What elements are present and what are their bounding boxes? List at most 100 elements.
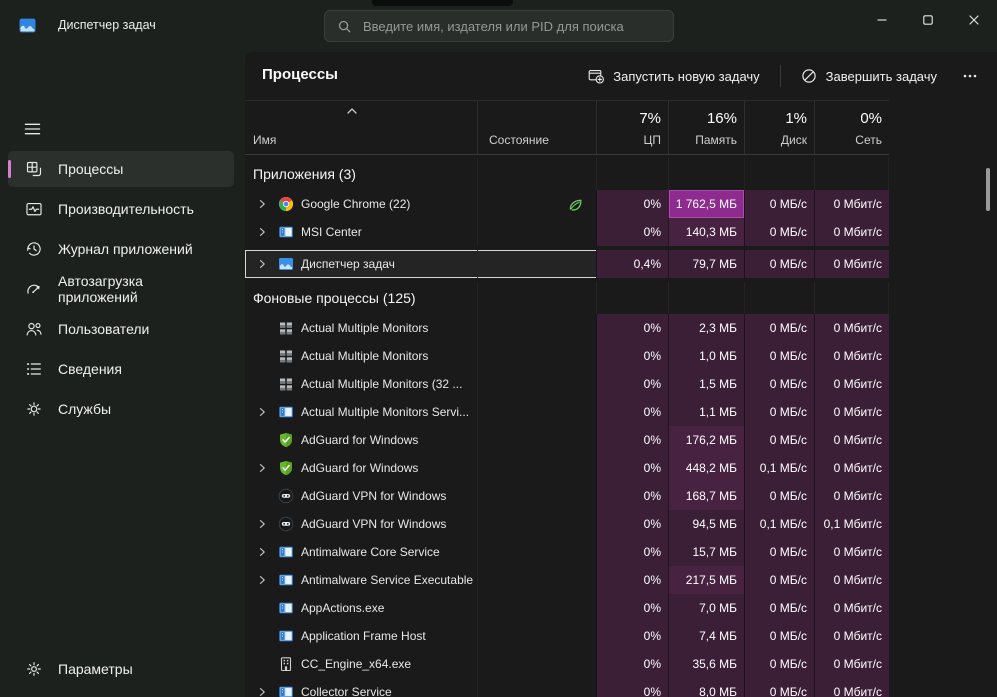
network-value-cell: 0 Мбит/с (814, 190, 889, 218)
status-cell (477, 454, 596, 482)
process-row[interactable]: Application Frame Host0%7,4 МБ0 МБ/с0 Мб… (245, 622, 889, 650)
background-window-edge (372, 0, 513, 6)
process-row[interactable]: AdGuard VPN for Windows0%168,7 МБ0 МБ/с0… (245, 482, 889, 510)
process-name: Actual Multiple Monitors Servi... (301, 405, 469, 419)
process-row[interactable]: AdGuard VPN for Windows0%94,5 МБ0,1 МБ/с… (245, 510, 889, 538)
content-panel: Процессы Запустить новую задачу Завершит… (245, 52, 997, 697)
minimize-button[interactable] (859, 0, 905, 40)
process-row[interactable]: Antimalware Service Executable0%217,5 МБ… (245, 566, 889, 594)
expand-chevron-icon[interactable] (256, 518, 268, 530)
process-row[interactable]: AdGuard for Windows0%448,2 МБ0,1 МБ/с0 М… (245, 454, 889, 482)
expand-chevron-icon[interactable] (256, 546, 268, 558)
column-label-network: Сеть (855, 133, 882, 147)
sidebar-item-performance[interactable]: Производительность (8, 191, 234, 227)
process-row[interactable]: AdGuard for Windows0%176,2 МБ0 МБ/с0 Мби… (245, 426, 889, 454)
process-row[interactable]: Collector Service0%8,0 МБ0 МБ/с0 Мбит/с (245, 678, 889, 697)
expand-chevron-icon[interactable] (256, 574, 268, 586)
process-name: Application Frame Host (301, 629, 426, 643)
sidebar-item-processes[interactable]: Процессы (8, 151, 234, 187)
settings-gear-icon (25, 660, 43, 678)
column-header-cpu[interactable]: 7% ЦП (596, 101, 668, 154)
sidebar-item-users[interactable]: Пользователи (8, 311, 234, 347)
search-input[interactable] (363, 19, 663, 34)
window-icon (278, 544, 294, 560)
hamburger-icon (24, 122, 41, 136)
more-options-button[interactable] (953, 61, 987, 91)
process-name: AppActions.exe (301, 601, 384, 615)
expand-chevron-icon[interactable] (256, 686, 268, 697)
group-row[interactable]: Фоновые процессы (125) (245, 282, 889, 314)
process-name: AdGuard VPN for Windows (301, 489, 446, 503)
group-row[interactable]: Приложения (3) (245, 158, 889, 190)
disk-value-cell: 0 МБ/с (744, 650, 814, 678)
cpu-value-cell: 0% (596, 426, 668, 454)
disk-cell (744, 158, 814, 190)
column-header-status[interactable]: Состояние (477, 101, 596, 154)
expand-chevron-icon[interactable] (256, 462, 268, 474)
process-name: MSI Center (301, 225, 362, 239)
process-row[interactable]: Диспетчер задач0,4%79,7 МБ0 МБ/с0 Мбит/с (245, 250, 889, 278)
close-button[interactable] (951, 0, 997, 40)
processes-icon (25, 160, 43, 178)
taskmgr-icon (278, 256, 294, 272)
process-row[interactable]: Actual Multiple Monitors (32 ...0%1,5 МБ… (245, 370, 889, 398)
expand-chevron-icon[interactable] (256, 258, 268, 270)
task-manager-window: Диспетчер задач ПроцессыПроизводительнос… (0, 0, 997, 697)
status-cell (477, 282, 596, 314)
sidebar-item-details[interactable]: Сведения (8, 351, 234, 387)
network-value-cell: 0 Мбит/с (814, 678, 889, 697)
cpu-value-cell: 0% (596, 594, 668, 622)
expand-chevron-icon[interactable] (256, 226, 268, 238)
window-icon (278, 404, 294, 420)
disk-value-cell: 0 МБ/с (744, 314, 814, 342)
expand-chevron-icon[interactable] (256, 198, 268, 210)
maximize-button[interactable] (905, 0, 951, 40)
expand-chevron-icon[interactable] (256, 406, 268, 418)
process-row[interactable]: Actual Multiple Monitors0%1,0 МБ0 МБ/с0 … (245, 342, 889, 370)
network-value-cell: 0 Мбит/с (814, 594, 889, 622)
status-cell (477, 370, 596, 398)
active-accent-pill (8, 160, 11, 178)
sidebar-item-app-history[interactable]: Журнал приложений (8, 231, 234, 267)
column-label-name: Имя (253, 133, 276, 147)
process-row[interactable]: MSI Center0%140,3 МБ0 МБ/с0 Мбит/с (245, 218, 889, 246)
vertical-scrollbar-thumb[interactable] (986, 168, 990, 211)
process-row[interactable]: Actual Multiple Monitors0%2,3 МБ0 МБ/с0 … (245, 314, 889, 342)
sidebar-item-startup[interactable]: Автозагрузка приложений (8, 271, 234, 307)
column-header-network[interactable]: 0% Сеть (814, 101, 889, 154)
performance-icon (25, 200, 43, 218)
sidebar-item-services[interactable]: Службы (8, 391, 234, 427)
process-row[interactable]: CC_Engine_x64.exe0%35,6 МБ0 МБ/с0 Мбит/с (245, 650, 889, 678)
cpu-cell (596, 158, 668, 190)
process-row[interactable]: AppActions.exe0%7,0 МБ0 МБ/с0 Мбит/с (245, 594, 889, 622)
column-header-memory[interactable]: 16% Память (668, 101, 744, 154)
network-value-cell: 0 Мбит/с (814, 622, 889, 650)
run-new-task-button[interactable]: Запустить новую задачу (578, 61, 769, 91)
process-row[interactable]: Actual Multiple Monitors Servi...0%1,1 М… (245, 398, 889, 426)
memory-value-cell: 1,0 МБ (668, 342, 744, 370)
column-label-disk: Диск (781, 133, 807, 147)
disk-value-cell: 0 МБ/с (744, 190, 814, 218)
disk-value-cell: 0,1 МБ/с (744, 454, 814, 482)
sidebar-item-settings[interactable]: Параметры (8, 651, 234, 687)
end-task-button[interactable]: Завершить задачу (791, 61, 947, 91)
status-cell (477, 622, 596, 650)
menu-toggle-button[interactable] (12, 114, 52, 144)
search-box[interactable] (324, 10, 674, 42)
group-label: Фоновые процессы (125) (253, 290, 416, 306)
end-task-icon (801, 68, 817, 84)
status-cell (477, 426, 596, 454)
column-header-disk[interactable]: 1% Диск (744, 101, 814, 154)
column-header-name[interactable]: Имя (245, 101, 477, 154)
process-name: CC_Engine_x64.exe (301, 657, 411, 671)
amm-icon (278, 320, 294, 336)
efficiency-mode-leaf-icon (567, 196, 584, 213)
network-value-cell: 0 Мбит/с (814, 218, 889, 246)
process-row[interactable]: Antimalware Core Service0%15,7 МБ0 МБ/с0… (245, 538, 889, 566)
sidebar-item-label: Журнал приложений (58, 241, 193, 257)
settings-label: Параметры (58, 661, 133, 677)
adguard-vpn-icon (278, 488, 294, 504)
memory-cell (668, 282, 744, 314)
toolbar-divider (780, 65, 781, 87)
process-row[interactable]: Google Chrome (22)0%1 762,5 МБ0 МБ/с0 Мб… (245, 190, 889, 218)
